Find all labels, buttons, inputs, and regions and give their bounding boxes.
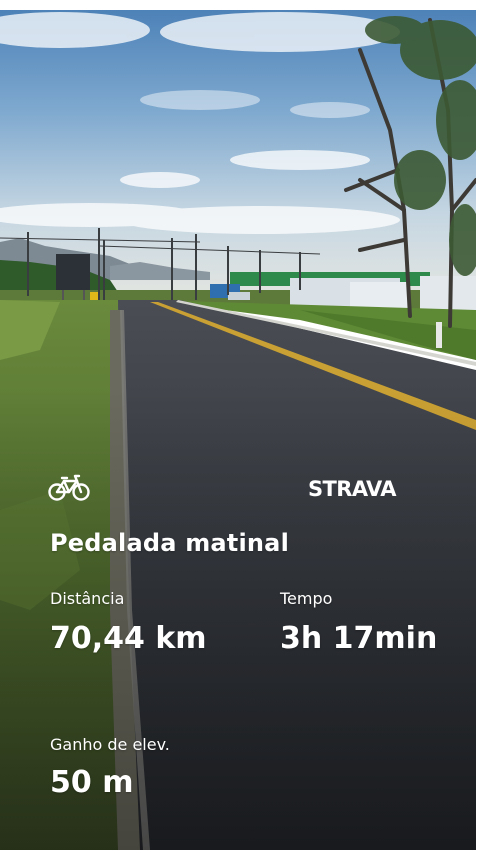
time-label: Tempo (280, 589, 333, 608)
distance-label: Distância (50, 589, 125, 608)
strava-logo: STRAVA (308, 477, 398, 500)
time-value: 3h 17min (280, 621, 438, 656)
road-photo-background (0, 10, 476, 850)
bike-icon (48, 474, 90, 501)
distance-value: 70,44 km (50, 621, 207, 656)
story-photo: STRAVA Pedalada matinal Distância 70,44 … (0, 10, 476, 850)
elevation-value: 50 m (50, 765, 134, 800)
activity-title: Pedalada matinal (50, 529, 290, 557)
elevation-label: Ganho de elev. (50, 735, 170, 754)
svg-text:STRAVA: STRAVA (308, 477, 397, 500)
